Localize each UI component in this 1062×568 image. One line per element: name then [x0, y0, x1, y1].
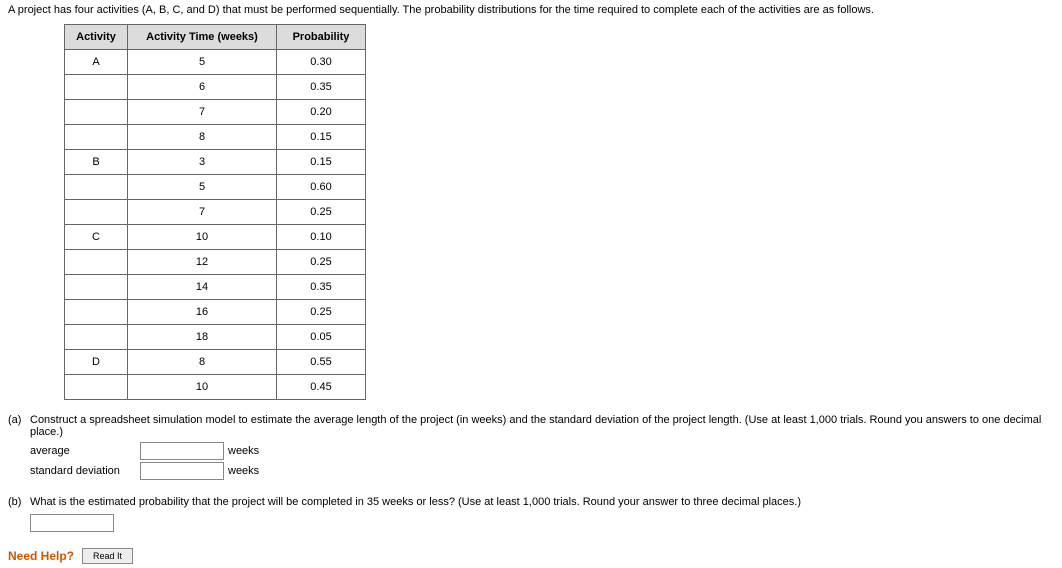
- average-label: average: [30, 445, 140, 457]
- cell-prob: 0.35: [277, 275, 366, 300]
- cell-activity: C: [65, 225, 128, 250]
- cell-activity: [65, 75, 128, 100]
- cell-time: 7: [128, 100, 277, 125]
- cell-activity: [65, 325, 128, 350]
- cell-time: 10: [128, 375, 277, 400]
- cell-activity: [65, 275, 128, 300]
- cell-time: 5: [128, 50, 277, 75]
- part-a-label: (a): [8, 414, 30, 426]
- cell-activity: [65, 125, 128, 150]
- table-row: 120.25: [65, 250, 366, 275]
- cell-time: 10: [128, 225, 277, 250]
- cell-prob: 0.15: [277, 150, 366, 175]
- table-row: 60.35: [65, 75, 366, 100]
- average-unit: weeks: [228, 445, 259, 457]
- cell-prob: 0.20: [277, 100, 366, 125]
- part-b-label: (b): [8, 496, 30, 508]
- problem-intro: A project has four activities (A, B, C, …: [8, 4, 1054, 16]
- cell-prob: 0.25: [277, 250, 366, 275]
- table-row: 160.25: [65, 300, 366, 325]
- cell-activity: [65, 175, 128, 200]
- cell-prob: 0.15: [277, 125, 366, 150]
- average-input[interactable]: [140, 442, 224, 460]
- table-row: 70.25: [65, 200, 366, 225]
- cell-activity: B: [65, 150, 128, 175]
- cell-activity: [65, 250, 128, 275]
- part-a: (a) Construct a spreadsheet simulation m…: [8, 414, 1054, 438]
- cell-prob: 0.60: [277, 175, 366, 200]
- part-b-input-row: [30, 514, 1054, 532]
- read-it-button[interactable]: Read It: [82, 548, 133, 564]
- cell-prob: 0.10: [277, 225, 366, 250]
- cell-time: 18: [128, 325, 277, 350]
- part-a-inputs: average weeks standard deviation weeks: [30, 442, 1054, 480]
- cell-activity: [65, 300, 128, 325]
- cell-activity: A: [65, 50, 128, 75]
- cell-time: 14: [128, 275, 277, 300]
- part-b: (b) What is the estimated probability th…: [8, 496, 1054, 508]
- cell-prob: 0.30: [277, 50, 366, 75]
- col-header-prob: Probability: [277, 25, 366, 50]
- table-row: 180.05: [65, 325, 366, 350]
- cell-activity: [65, 100, 128, 125]
- cell-activity: D: [65, 350, 128, 375]
- table-row: 140.35: [65, 275, 366, 300]
- table-row: C100.10: [65, 225, 366, 250]
- part-a-text: Construct a spreadsheet simulation model…: [30, 414, 1054, 438]
- prob-input[interactable]: [30, 514, 114, 532]
- cell-time: 7: [128, 200, 277, 225]
- part-b-text: What is the estimated probability that t…: [30, 496, 1054, 508]
- table-row: D80.55: [65, 350, 366, 375]
- cell-activity: [65, 200, 128, 225]
- cell-time: 8: [128, 350, 277, 375]
- cell-prob: 0.25: [277, 200, 366, 225]
- col-header-activity: Activity: [65, 25, 128, 50]
- stddev-input[interactable]: [140, 462, 224, 480]
- cell-prob: 0.45: [277, 375, 366, 400]
- cell-prob: 0.25: [277, 300, 366, 325]
- need-help-label: Need Help?: [8, 549, 74, 563]
- cell-prob: 0.05: [277, 325, 366, 350]
- cell-prob: 0.35: [277, 75, 366, 100]
- cell-activity: [65, 375, 128, 400]
- cell-time: 5: [128, 175, 277, 200]
- stddev-label: standard deviation: [30, 465, 140, 477]
- stddev-unit: weeks: [228, 465, 259, 477]
- need-help: Need Help? Read It: [8, 548, 1054, 564]
- cell-time: 12: [128, 250, 277, 275]
- table-row: 70.20: [65, 100, 366, 125]
- table-row: A50.30: [65, 50, 366, 75]
- cell-time: 6: [128, 75, 277, 100]
- table-row: B30.15: [65, 150, 366, 175]
- cell-time: 8: [128, 125, 277, 150]
- cell-time: 16: [128, 300, 277, 325]
- table-row: 50.60: [65, 175, 366, 200]
- col-header-time: Activity Time (weeks): [128, 25, 277, 50]
- table-row: 80.15: [65, 125, 366, 150]
- cell-prob: 0.55: [277, 350, 366, 375]
- activity-table: Activity Activity Time (weeks) Probabili…: [64, 24, 366, 400]
- table-row: 100.45: [65, 375, 366, 400]
- cell-time: 3: [128, 150, 277, 175]
